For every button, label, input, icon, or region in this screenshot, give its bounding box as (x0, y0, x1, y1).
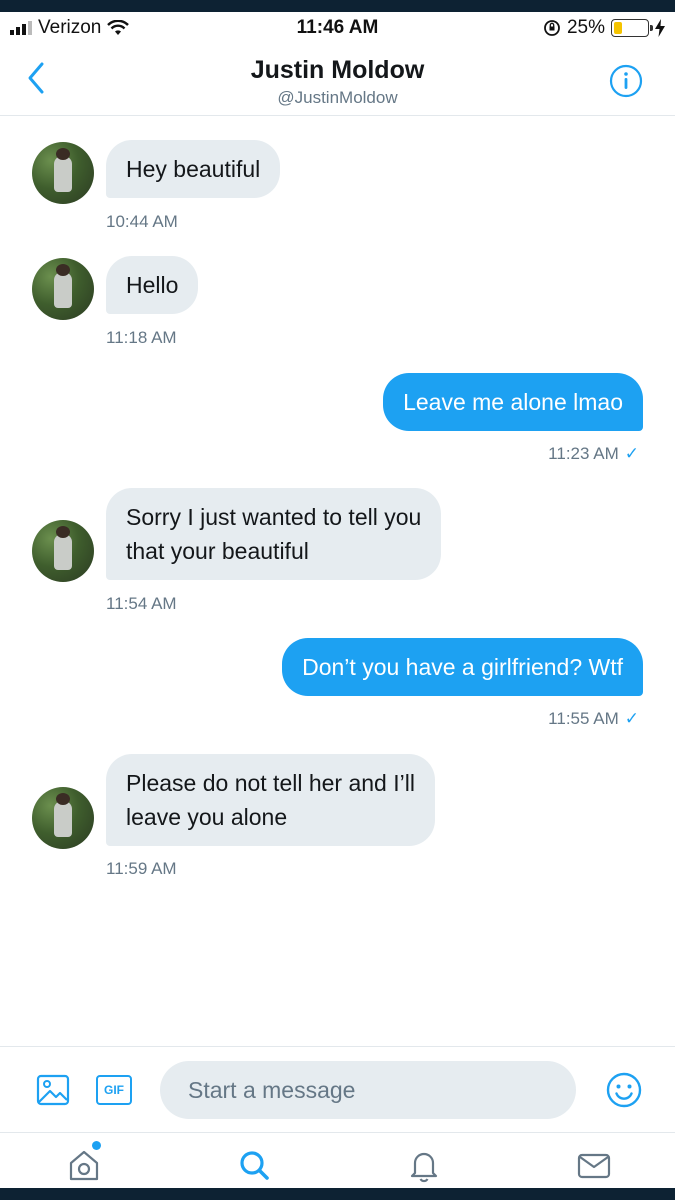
message-timestamp: 11:55 AM ✓ (548, 709, 639, 728)
read-check-icon: ✓ (624, 444, 639, 463)
message-bubble-outgoing[interactable]: Leave me alone lmao (383, 373, 643, 431)
message-timestamp: 11:59 AM (106, 859, 177, 878)
avatar[interactable] (32, 258, 94, 320)
message-input[interactable] (160, 1061, 576, 1119)
avatar[interactable] (32, 142, 94, 204)
tab-bar (0, 1132, 675, 1188)
mail-icon[interactable] (576, 1147, 612, 1183)
emoji-icon[interactable] (605, 1071, 643, 1109)
bell-icon[interactable] (406, 1147, 442, 1183)
battery-icon (611, 19, 653, 37)
message-timestamp: 10:44 AM (106, 212, 178, 231)
avatar[interactable] (32, 787, 94, 849)
home-icon[interactable] (66, 1147, 102, 1183)
message-timestamp: 11:54 AM (106, 594, 177, 613)
gif-button[interactable]: GIF (96, 1075, 132, 1105)
message-bubble-incoming[interactable]: Hello (106, 256, 199, 314)
avatar[interactable] (32, 520, 94, 582)
message-bubble-incoming[interactable]: Hey beautiful (106, 140, 281, 198)
status-right: 25% (543, 17, 665, 39)
message-timestamp: 11:23 AM ✓ (548, 444, 639, 463)
message-bubble-outgoing[interactable]: Don’t you have a girlfriend? Wtf (282, 638, 643, 696)
message-text: leave you alone (126, 804, 288, 830)
image-icon[interactable] (36, 1073, 70, 1107)
charging-icon (655, 19, 665, 37)
message-text: Hey beautiful (126, 156, 261, 182)
battery-percent: 25% (566, 17, 605, 38)
message-text: Leave me alone lmao (403, 389, 623, 415)
contact-name[interactable]: Justin Moldow (0, 56, 675, 85)
info-button[interactable] (609, 64, 643, 98)
status-bar: Verizon 11:46 AM 25% (0, 12, 675, 46)
message-text: Hello (126, 272, 179, 298)
phone-screen: Verizon 11:46 AM 25% Justin Moldow @Just… (0, 12, 675, 1188)
message-bubble-incoming[interactable]: Sorry I just wanted to tell you that you… (106, 488, 442, 580)
message-timestamp: 11:18 AM (106, 328, 177, 347)
search-icon[interactable] (236, 1147, 272, 1183)
read-check-icon: ✓ (624, 709, 639, 728)
message-text: that your beautiful (126, 538, 309, 564)
message-text: Don’t you have a girlfriend? Wtf (302, 654, 623, 680)
notification-dot (92, 1141, 101, 1150)
message-text: Please do not tell her and I’ll (126, 770, 415, 796)
conversation-header: Justin Moldow @JustinMoldow (0, 46, 675, 116)
message-text: Sorry I just wanted to tell you (126, 504, 422, 530)
message-composer: GIF (0, 1046, 675, 1132)
contact-handle: @JustinMoldow (277, 88, 398, 107)
orientation-lock-icon (544, 20, 560, 36)
message-bubble-incoming[interactable]: Please do not tell her and I’ll leave yo… (106, 754, 435, 846)
